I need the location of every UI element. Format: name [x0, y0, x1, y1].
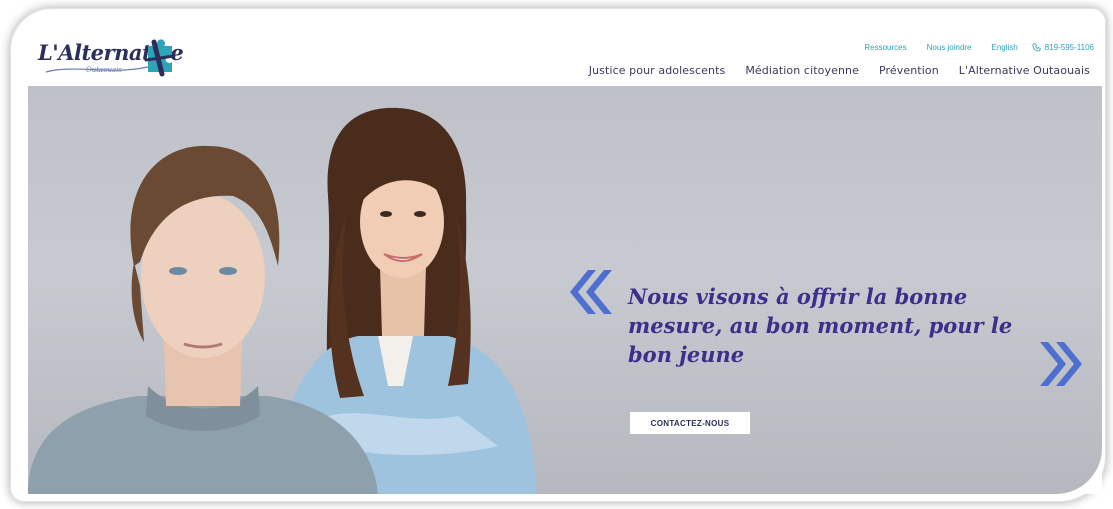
hero-photo-teens — [28, 107, 536, 494]
utility-nav: Ressources Nous joindre English 819-595-… — [844, 40, 1094, 54]
site-logo[interactable]: L'Alternative Outaouais — [38, 34, 188, 82]
quote-close-icon — [1040, 342, 1082, 386]
quote-open-icon — [570, 270, 612, 314]
link-nous-joindre[interactable]: Nous joindre — [927, 43, 972, 52]
contact-us-button[interactable]: CONTACTEZ-NOUS — [630, 412, 750, 434]
phone-icon — [1032, 42, 1041, 52]
phone-number: 819-595-1106 — [1044, 42, 1094, 52]
link-english[interactable]: English — [992, 43, 1018, 52]
hero-banner: Nous visons à offrir la bonne mesure, au… — [28, 86, 1102, 494]
logo-swoosh — [45, 65, 153, 73]
hero-headline: Nous visons à offrir la bonne mesure, au… — [628, 284, 1013, 367]
nav-alternative-outaouais[interactable]: L'Alternative Outaouais — [959, 64, 1090, 77]
puzzle-icon — [144, 39, 176, 77]
nav-mediation-citoyenne[interactable]: Médiation citoyenne — [745, 64, 859, 77]
main-nav: Justice pour adolescents Médiation citoy… — [569, 64, 1090, 77]
phone-link[interactable]: 819-595-1106 — [1032, 43, 1094, 52]
nav-justice-adolescents[interactable]: Justice pour adolescents — [589, 64, 726, 77]
site-header: L'Alternative Outaouais Ressources Nous … — [28, 30, 1102, 86]
nav-prevention[interactable]: Prévention — [879, 64, 939, 77]
link-ressources[interactable]: Ressources — [864, 43, 906, 52]
website-viewport: L'Alternative Outaouais Ressources Nous … — [28, 30, 1102, 494]
